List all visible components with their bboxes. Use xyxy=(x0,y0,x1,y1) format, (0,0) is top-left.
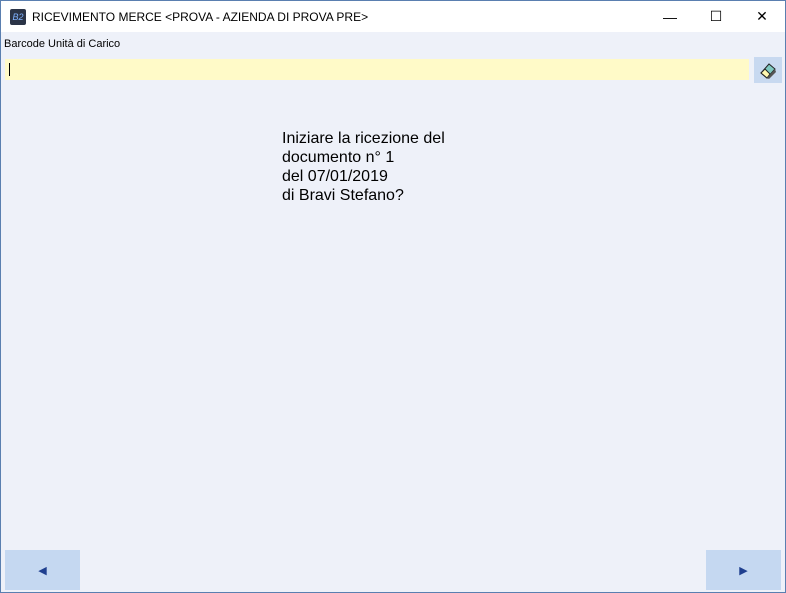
clear-button[interactable] xyxy=(754,57,782,83)
minimize-button[interactable]: — xyxy=(647,1,693,32)
text-caret xyxy=(9,63,10,76)
arrow-right-icon: ▶ xyxy=(739,564,748,577)
message-line: del 07/01/2019 xyxy=(282,168,388,185)
window-title: RICEVIMENTO MERCE <PROVA - AZIENDA DI PR… xyxy=(32,9,369,24)
app-icon: B2 xyxy=(10,8,26,25)
eraser-icon xyxy=(760,63,776,79)
confirmation-message: Iniziare la ricezione del documento n° 1… xyxy=(282,129,445,205)
message-line: documento n° 1 xyxy=(282,149,395,166)
next-button[interactable]: ▶ xyxy=(706,550,781,590)
app-window: B2 RICEVIMENTO MERCE <PROVA - AZIENDA DI… xyxy=(0,0,786,593)
previous-button[interactable]: ◀ xyxy=(5,550,80,590)
title-bar: B2 RICEVIMENTO MERCE <PROVA - AZIENDA DI… xyxy=(1,1,785,32)
arrow-left-icon: ◀ xyxy=(38,564,47,577)
message-line: Iniziare la ricezione del xyxy=(282,130,445,147)
close-button[interactable]: ✕ xyxy=(739,1,785,32)
barcode-input[interactable] xyxy=(5,59,749,80)
barcode-label: Barcode Unità di Carico xyxy=(4,38,121,50)
message-line: di Bravi Stefano? xyxy=(282,187,404,204)
maximize-button[interactable]: ☐ xyxy=(693,1,739,32)
